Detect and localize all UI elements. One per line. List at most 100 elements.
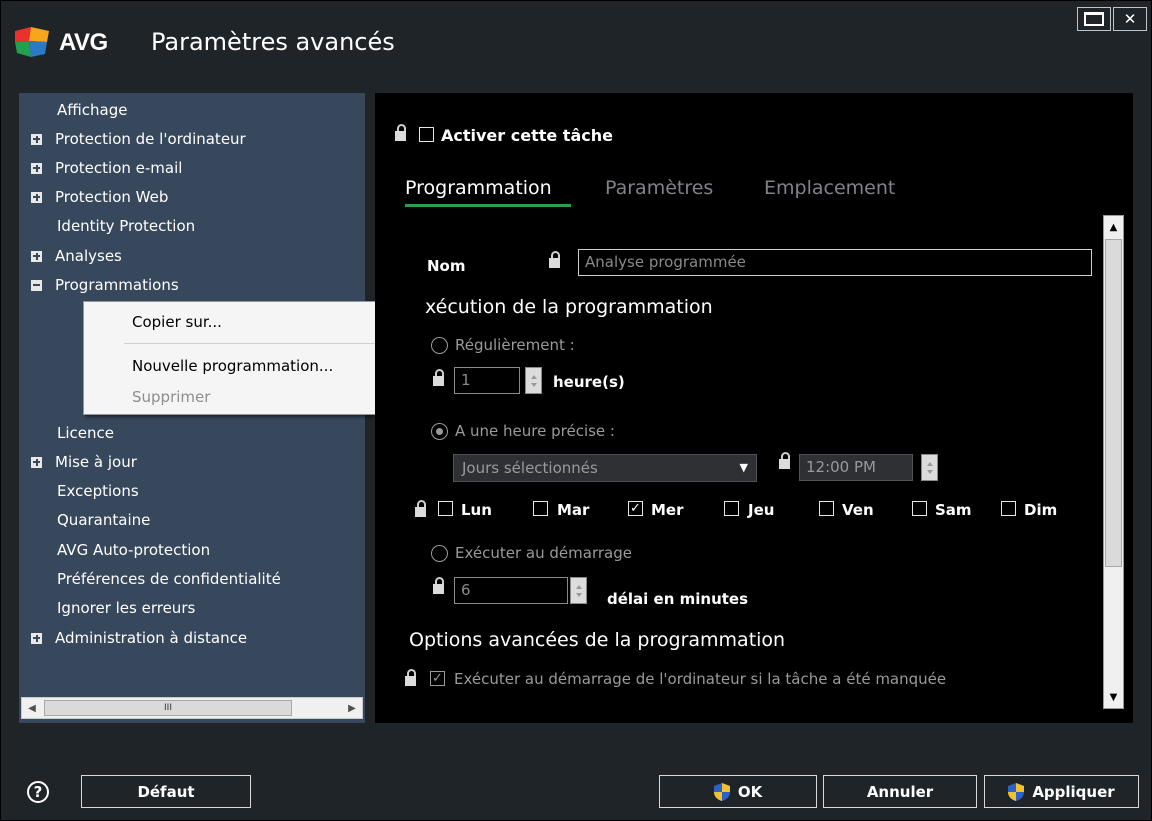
lock-icon[interactable] xyxy=(779,452,790,469)
apply-button-label: Appliquer xyxy=(1032,782,1115,801)
tree-item-identity-protection[interactable]: Identity Protection xyxy=(19,213,195,239)
scroll-up-icon[interactable]: ▲ xyxy=(1105,217,1122,237)
lock-icon[interactable] xyxy=(415,500,426,517)
tab-parametres[interactable]: Paramètres xyxy=(605,177,713,199)
scroll-right-icon[interactable]: ▶ xyxy=(342,698,362,718)
specific-time-label: A une heure précise : xyxy=(455,422,615,440)
startup-label: Exécuter au démarrage xyxy=(455,544,632,562)
close-button[interactable]: ✕ xyxy=(1113,7,1147,31)
tab-programmation[interactable]: Programmation xyxy=(405,177,552,199)
tree-item-label: AVG Auto-protection xyxy=(57,541,211,559)
tree-item-quarantaine[interactable]: Quarantaine xyxy=(19,507,150,533)
lock-icon[interactable] xyxy=(433,577,444,594)
tree-item-administration-distance[interactable]: Administration à distance xyxy=(19,625,247,651)
hours-unit-label: heure(s) xyxy=(553,373,625,391)
tree-item-mise-a-jour[interactable]: Mise à jour xyxy=(19,449,137,475)
expand-icon[interactable] xyxy=(31,632,42,644)
lock-icon[interactable] xyxy=(405,669,416,686)
scroll-thumb[interactable] xyxy=(1105,239,1122,567)
maximize-button[interactable] xyxy=(1077,7,1111,31)
missed-task-label: Exécuter au démarrage de l'ordinateur si… xyxy=(454,670,947,688)
tree-item-label: Exceptions xyxy=(57,482,139,500)
schedule-settings-panel: Activer cette tâche Programmation Paramè… xyxy=(375,93,1133,723)
missed-task-checkbox[interactable]: ✓ xyxy=(430,671,445,686)
day-checkbox-mar[interactable] xyxy=(533,501,548,516)
specific-time-radio[interactable] xyxy=(431,423,448,440)
expand-icon[interactable] xyxy=(31,133,42,145)
cancel-button[interactable]: Annuler xyxy=(823,775,977,808)
help-icon[interactable]: ? xyxy=(27,781,49,803)
tree-item-licence[interactable]: Licence xyxy=(19,420,114,446)
vertical-scrollbar[interactable]: ▲ ▼ xyxy=(1103,215,1124,709)
tree-item-label: Administration à distance xyxy=(55,629,248,647)
day-checkbox-ven[interactable] xyxy=(819,501,834,516)
lock-icon[interactable] xyxy=(549,251,560,268)
delay-spinner[interactable] xyxy=(570,577,587,604)
shield-icon xyxy=(1008,782,1025,801)
horizontal-scrollbar[interactable]: ◀ III ▶ xyxy=(21,697,363,719)
lock-icon[interactable] xyxy=(395,124,406,141)
tree-item-analyses[interactable]: Analyses xyxy=(19,243,122,269)
day-label-mer: Mer xyxy=(651,501,684,519)
tree-item-label: Protection Web xyxy=(55,188,169,206)
time-input[interactable]: 12:00 PM xyxy=(799,454,913,481)
activate-task-label: Activer cette tâche xyxy=(441,126,613,145)
schedule-name-input[interactable]: Analyse programmée xyxy=(578,249,1092,276)
days-select[interactable]: Jours sélectionnés ▼ xyxy=(453,454,757,482)
expand-icon[interactable] xyxy=(31,250,42,262)
apply-button[interactable]: Appliquer xyxy=(984,775,1139,808)
delay-input[interactable]: 6 xyxy=(454,577,568,604)
cancel-button-label: Annuler xyxy=(866,782,934,801)
tree-item-confidentialite[interactable]: Préférences de confidentialité xyxy=(19,566,281,592)
hours-input[interactable]: 1 xyxy=(454,367,520,394)
maximize-icon xyxy=(1084,12,1104,26)
avg-logo-icon xyxy=(15,27,49,57)
title-bar: AVG Paramètres avancés ✕ xyxy=(1,1,1151,79)
time-spinner[interactable] xyxy=(921,454,938,481)
day-checkbox-mer[interactable]: ✓ xyxy=(628,501,643,516)
tree-item-protection-web[interactable]: Protection Web xyxy=(19,184,168,210)
tree-item-auto-protection[interactable]: AVG Auto-protection xyxy=(19,537,210,563)
regularly-label: Régulièrement : xyxy=(455,336,575,354)
tree-item-label: Analyses xyxy=(55,247,122,265)
tree-item-label: Protection de l'ordinateur xyxy=(55,130,246,148)
expand-icon[interactable] xyxy=(31,162,42,174)
day-checkbox-sam[interactable] xyxy=(912,501,927,516)
menu-item-new-schedule[interactable]: Nouvelle programmation... xyxy=(132,357,333,375)
hours-spinner[interactable] xyxy=(525,367,542,394)
startup-radio[interactable] xyxy=(431,545,448,562)
tree-item-programmations[interactable]: Programmations xyxy=(19,272,179,298)
tree-item-protection-email[interactable]: Protection e-mail xyxy=(19,155,182,181)
scroll-thumb[interactable]: III xyxy=(44,700,292,716)
collapse-icon[interactable] xyxy=(31,279,42,291)
expand-icon[interactable] xyxy=(31,191,42,203)
execution-heading: xécution de la programmation xyxy=(425,296,713,318)
lock-icon[interactable] xyxy=(433,369,444,386)
tree-item-affichage[interactable]: Affichage xyxy=(19,97,127,123)
day-checkbox-dim[interactable] xyxy=(1001,501,1016,516)
tree-item-label: Protection e-mail xyxy=(55,159,183,177)
tree-item-exceptions[interactable]: Exceptions xyxy=(19,478,139,504)
day-label-dim: Dim xyxy=(1024,501,1058,519)
advanced-options-heading: Options avancées de la programmation xyxy=(409,629,786,651)
tree-item-ignorer-erreurs[interactable]: Ignorer les erreurs xyxy=(19,595,195,621)
default-button-label: Défaut xyxy=(137,782,195,801)
tree-item-label: Affichage xyxy=(57,101,128,119)
tree-item-label: Mise à jour xyxy=(55,453,137,471)
day-checkbox-lun[interactable] xyxy=(438,501,453,516)
menu-separator xyxy=(124,343,418,344)
scroll-down-icon[interactable]: ▼ xyxy=(1105,687,1122,707)
name-label: Nom xyxy=(427,257,466,275)
tab-emplacement[interactable]: Emplacement xyxy=(764,177,895,199)
menu-item-copy-to[interactable]: Copier sur... xyxy=(132,313,222,331)
expand-icon[interactable] xyxy=(31,456,42,468)
tree-item-protection-ordinateur[interactable]: Protection de l'ordinateur xyxy=(19,126,246,152)
tree-item-label: Ignorer les erreurs xyxy=(57,599,196,617)
day-checkbox-jeu[interactable] xyxy=(724,501,739,516)
regularly-radio[interactable] xyxy=(431,337,448,354)
ok-button-label: OK xyxy=(737,782,763,801)
default-button[interactable]: Défaut xyxy=(81,775,251,808)
activate-task-checkbox[interactable] xyxy=(419,127,434,142)
scroll-left-icon[interactable]: ◀ xyxy=(22,698,42,718)
ok-button[interactable]: OK xyxy=(659,775,817,808)
